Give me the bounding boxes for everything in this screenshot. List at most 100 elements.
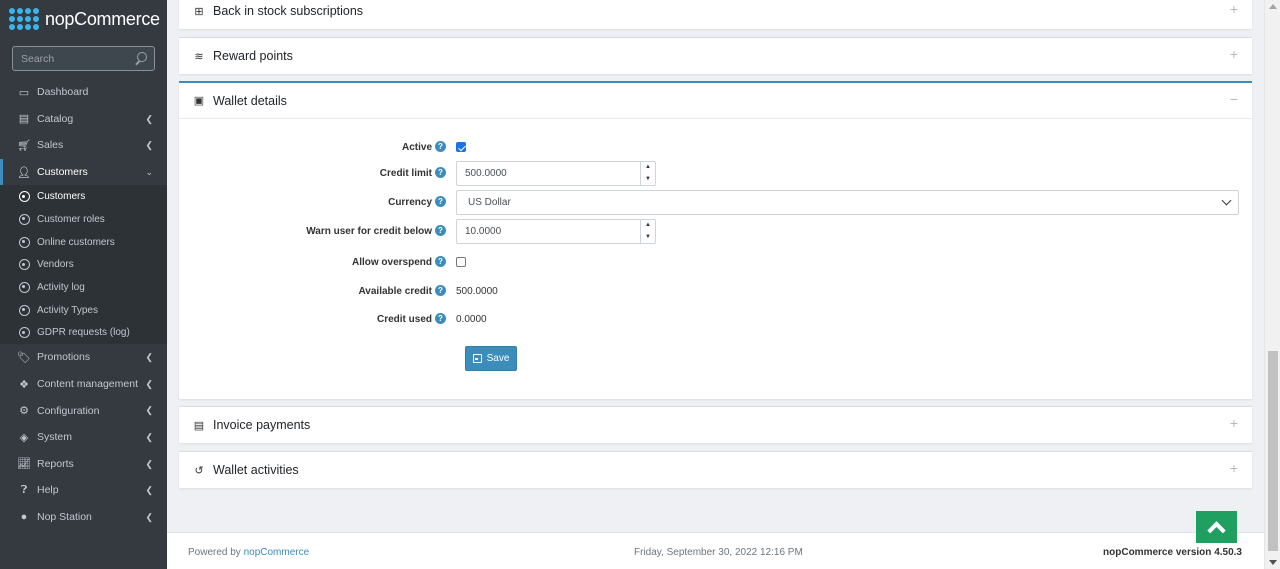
field-currency: Currency ? US Dollar [179, 190, 1252, 215]
chevron-left-icon: ❮ [145, 458, 153, 469]
currency-select[interactable]: US Dollar [456, 190, 1239, 215]
sidebar-item-content-management[interactable]: ❖ Content management ❮ [0, 371, 167, 398]
credit-limit-input[interactable]: 500.0000 ▲ ▼ [456, 161, 656, 186]
field-label: Warn user for credit below [306, 226, 432, 237]
number-stepper[interactable]: ▲ ▼ [640, 162, 655, 185]
sidebar-item-sales[interactable]: 🛒︎ Sales ❮ [0, 132, 167, 159]
field-label: Allow overspend [351, 257, 432, 268]
panel-header[interactable]: ⊞ Back in stock subscriptions + [179, 0, 1252, 29]
sidebar-item-catalog[interactable]: ▤ Catalog ❮ [0, 106, 167, 133]
down-arrow-icon[interactable]: ▼ [641, 232, 655, 244]
select-value: US Dollar [468, 197, 511, 208]
sidebar-item-nop-station[interactable]: ● Nop Station ❮ [0, 504, 167, 531]
panel-header[interactable]: ↺ Wallet activities + [179, 452, 1252, 488]
sidebar-subitem-label: Customer roles [37, 213, 105, 225]
sidebar-item-configuration[interactable]: ⚙ Configuration ❮ [0, 397, 167, 424]
field-credit-limit: Credit limit ? 500.0000 ▲ ▼ [179, 161, 1252, 186]
sidebar-item-system[interactable]: ◈ System ❮ [0, 424, 167, 451]
panel-header[interactable]: ≋ Reward points + [179, 38, 1252, 74]
help-icon[interactable]: ? [435, 313, 446, 324]
active-checkbox[interactable] [456, 142, 466, 152]
sidebar-item-label: Dashboard [37, 86, 89, 99]
sidebar-item-promotions[interactable]: 🏷︎ Promotions ❮ [0, 344, 167, 371]
search-input[interactable] [21, 52, 134, 65]
sidebar-subitem-label: Activity log [37, 281, 85, 293]
sidebar-item-label: System [37, 431, 73, 444]
back-to-top-button[interactable] [1196, 511, 1237, 543]
chevron-up-icon [1207, 521, 1226, 540]
circle-dot-icon [17, 326, 31, 339]
scrollbar-thumb[interactable] [1268, 351, 1278, 551]
sidebar-subitem-vendors[interactable]: Vendors [0, 253, 167, 276]
powered-by-link[interactable]: nopCommerce [244, 547, 310, 558]
circle-dot-icon [17, 304, 31, 317]
number-stepper[interactable]: ▲ ▼ [640, 220, 655, 243]
save-button[interactable]: Save [465, 346, 517, 371]
panel-back-in-stock: ⊞ Back in stock subscriptions + [179, 0, 1252, 29]
up-arrow-icon[interactable]: ▲ [641, 220, 655, 232]
scroll-down-icon[interactable] [1269, 560, 1277, 565]
field-active: Active ? [179, 137, 1252, 161]
down-arrow-icon[interactable]: ▼ [641, 174, 655, 186]
logo-text: nopCommerce [45, 8, 160, 29]
chevron-down-icon: ⌄ [145, 166, 153, 177]
history-icon: ↺ [194, 464, 204, 477]
chevron-left-icon: ❮ [145, 113, 153, 124]
sidebar-subitem-label: GDPR requests (log) [37, 327, 130, 339]
tags-icon: 🏷︎ [17, 351, 31, 364]
search-icon[interactable] [134, 51, 148, 66]
expand-icon[interactable]: + [1230, 415, 1238, 431]
scroll-up-icon[interactable] [1269, 4, 1277, 9]
help-icon[interactable]: ? [435, 225, 446, 236]
warn-credit-input[interactable]: 10.0000 ▲ ▼ [456, 219, 656, 244]
sidebar-subitem-online-customers[interactable]: Online customers [0, 231, 167, 254]
sidebar-subitem-label: Online customers [37, 236, 115, 248]
panel-header[interactable]: ▤ Invoice payments + [179, 407, 1252, 443]
page-scrollbar[interactable] [1264, 0, 1280, 569]
wallet-form: Active ? Credit limit ? 500.0000 ▲ ▼ Curr… [179, 119, 1252, 399]
coins-icon: ≋ [194, 50, 204, 63]
expand-icon[interactable]: + [1230, 1, 1238, 17]
help-icon[interactable]: ? [435, 167, 446, 178]
field-label: Currency [388, 197, 432, 208]
logo[interactable]: nopCommerce [0, 0, 167, 38]
expand-icon[interactable]: + [1230, 460, 1238, 476]
panel-title: Back in stock subscriptions [213, 4, 364, 18]
help-icon[interactable]: ? [435, 285, 446, 296]
monitor-icon: ▭ [18, 86, 30, 99]
panel-header[interactable]: ▣ Wallet details − [179, 83, 1252, 119]
credit-used-value: 0.0000 [456, 314, 487, 325]
sidebar-subitem-activity-log[interactable]: Activity log [0, 276, 167, 299]
sidebar-item-reports[interactable]: 📈︎ Reports ❮ [0, 451, 167, 478]
panel-wallet-activities: ↺ Wallet activities + [179, 451, 1252, 488]
expand-icon[interactable]: + [1230, 46, 1238, 62]
sidebar-item-customers[interactable]: 👤︎ Customers ⌄ [0, 158, 167, 186]
up-arrow-icon[interactable]: ▲ [641, 162, 655, 174]
sidebar-subitem-customer-roles[interactable]: Customer roles [0, 208, 167, 231]
circle-dot-icon [17, 258, 31, 271]
chevron-left-icon: ❮ [145, 511, 153, 522]
search-box [12, 46, 155, 71]
sidebar-item-help[interactable]: ❓︎ Help ❮ [0, 477, 167, 504]
sidebar-subitem-customers[interactable]: Customers [0, 185, 167, 208]
panel-title: Wallet activities [213, 463, 299, 477]
sidebar-subitem-activity-types[interactable]: Activity Types [0, 299, 167, 322]
footer-version: nopCommerce version 4.50.3 [1103, 547, 1242, 558]
field-credit-used: Credit used ? 0.0000 [179, 309, 1252, 333]
logo-icon [9, 8, 39, 30]
sidebar-subitem-gdpr-requests[interactable]: GDPR requests (log) [0, 322, 167, 345]
panel-wallet-details: ▣ Wallet details − Active ? Credit limit… [179, 81, 1252, 399]
plus-square-icon: ⊞ [194, 5, 204, 18]
cogs-icon: ⚙ [19, 405, 29, 418]
input-value: 500.0000 [465, 168, 507, 179]
circle-dot-icon [17, 281, 31, 294]
help-icon[interactable]: ? [435, 196, 446, 207]
sidebar-item-label: Catalog [37, 112, 74, 125]
help-icon[interactable]: ? [435, 141, 446, 152]
collapse-icon[interactable]: − [1230, 91, 1238, 107]
sidebar-subitem-label: Customers [37, 191, 86, 203]
sidebar-item-dashboard[interactable]: ▭ Dashboard [0, 79, 167, 106]
allow-overspend-checkbox[interactable] [456, 257, 466, 267]
chevron-left-icon: ❮ [145, 140, 153, 151]
help-icon[interactable]: ? [435, 256, 446, 267]
